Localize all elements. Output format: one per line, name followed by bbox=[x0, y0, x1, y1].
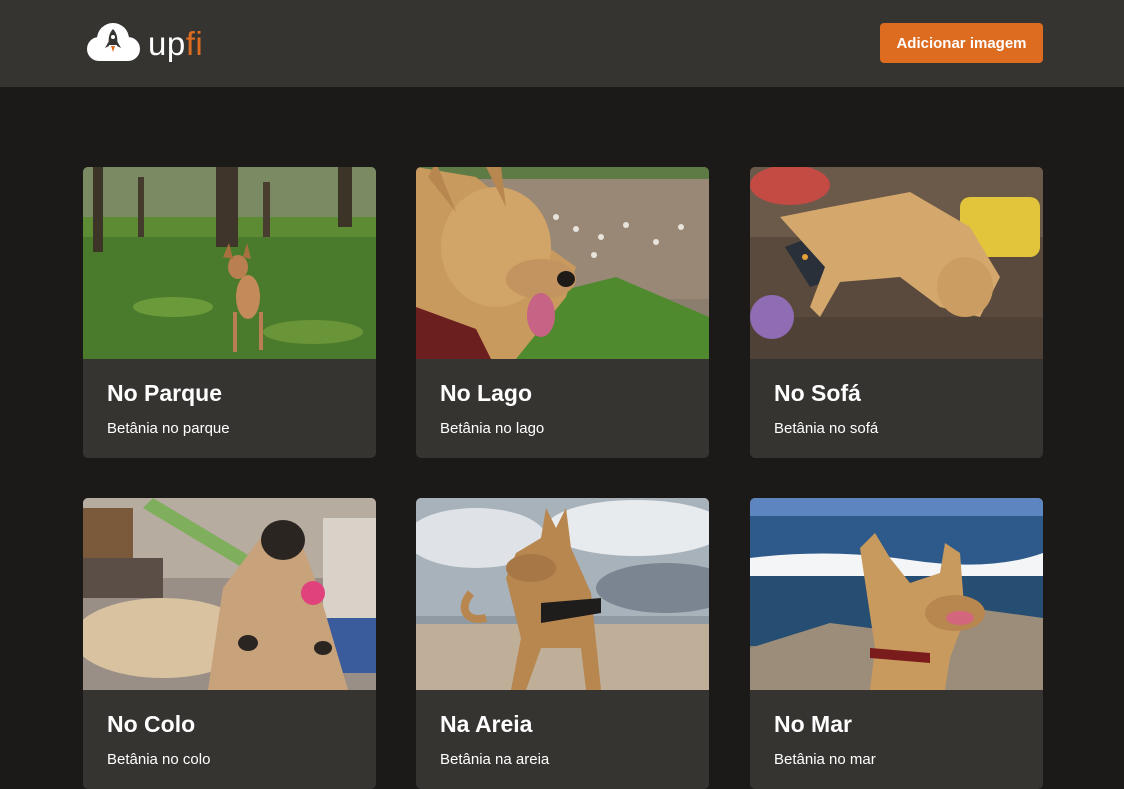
image-card[interactable]: No Lago Betânia no lago bbox=[416, 167, 709, 458]
app-header: upfi Adicionar imagem bbox=[0, 0, 1124, 87]
image-card[interactable]: No Sofá Betânia no sofá bbox=[750, 167, 1043, 458]
card-description: Betânia na areia bbox=[440, 751, 550, 768]
logo-wordmark: upfi bbox=[148, 27, 203, 60]
card-title: No Sofá bbox=[774, 380, 861, 406]
card-image[interactable] bbox=[83, 498, 376, 690]
card-title: No Colo bbox=[107, 711, 196, 737]
card-image[interactable] bbox=[416, 498, 709, 690]
card-description: Betânia no sofá bbox=[774, 420, 879, 437]
image-card[interactable]: No Parque Betânia no parque bbox=[83, 167, 376, 458]
card-description: Betânia no parque bbox=[107, 420, 230, 437]
cloud-rocket-icon bbox=[86, 22, 142, 64]
logo-text-fi: fi bbox=[185, 24, 204, 62]
logo[interactable]: upfi bbox=[86, 21, 203, 65]
card-description: Betânia no lago bbox=[440, 420, 545, 437]
card-image[interactable] bbox=[750, 498, 1043, 690]
add-image-button[interactable]: Adicionar imagem bbox=[880, 23, 1043, 63]
card-title: No Lago bbox=[440, 380, 532, 406]
card-title: No Parque bbox=[107, 380, 223, 406]
image-card[interactable]: Na Areia Betânia na areia bbox=[416, 498, 709, 789]
card-image[interactable] bbox=[750, 167, 1043, 359]
image-card[interactable]: No Mar Betânia no mar bbox=[750, 498, 1043, 789]
card-description: Betânia no colo bbox=[107, 751, 211, 768]
card-title: No Mar bbox=[774, 711, 852, 737]
image-card[interactable]: No Colo Betânia no colo bbox=[83, 498, 376, 789]
logo-text-up: up bbox=[148, 24, 186, 62]
card-image[interactable] bbox=[416, 167, 709, 359]
card-image[interactable] bbox=[83, 167, 376, 359]
card-title: Na Areia bbox=[440, 711, 533, 737]
card-description: Betânia no mar bbox=[774, 751, 876, 768]
